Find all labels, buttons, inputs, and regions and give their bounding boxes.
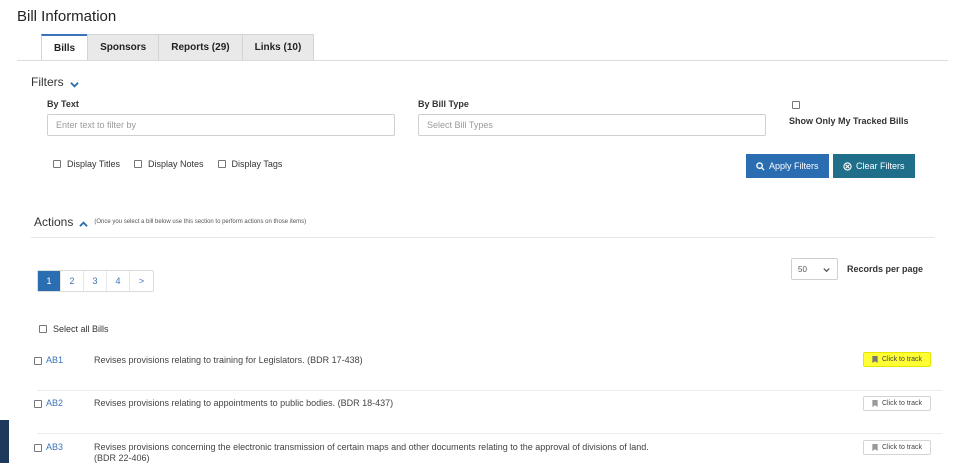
clear-filters-button[interactable]: Clear Filters xyxy=(833,154,915,178)
bill-row: AB3 Revises provisions concerning the el… xyxy=(17,438,931,463)
bill-id-link[interactable]: AB2 xyxy=(46,398,63,408)
by-bill-type-label: By Bill Type xyxy=(418,99,469,109)
bill-checkbox[interactable] xyxy=(34,357,42,365)
track-bill-label: Click to track xyxy=(881,400,922,407)
track-bill-button[interactable]: Click to track xyxy=(862,440,931,455)
chevron-down-icon xyxy=(822,265,831,274)
actions-heading: Actions xyxy=(34,215,74,229)
bill-row: AB1 Revises provisions relating to train… xyxy=(17,351,942,391)
bill-description: Revises provisions relating to appointme… xyxy=(94,398,394,408)
track-bill-label: Click to track xyxy=(881,444,922,451)
bills-panel: Filters By Text By Bill Type Show Only M… xyxy=(17,60,948,463)
filters-heading: Filters xyxy=(31,75,64,89)
apply-filters-label: Apply Filters xyxy=(769,161,819,171)
row-divider xyxy=(37,433,942,434)
track-bill-label: Click to track xyxy=(881,356,922,363)
tracked-bills-checkbox[interactable] xyxy=(792,101,800,109)
corner-decoration xyxy=(0,420,9,463)
page-4-button[interactable]: 4 xyxy=(107,271,130,291)
chevron-up-icon xyxy=(79,218,89,227)
display-titles-label: Display Titles xyxy=(67,159,121,169)
chevron-down-icon xyxy=(69,78,79,88)
display-tags-option[interactable]: Display Tags xyxy=(217,159,283,169)
display-titles-option[interactable]: Display Titles xyxy=(53,159,120,169)
bookmark-icon xyxy=(872,400,878,407)
display-tags-label: Display Tags xyxy=(231,159,283,169)
page-2-button[interactable]: 2 xyxy=(61,271,84,291)
bill-id-link[interactable]: AB1 xyxy=(46,355,63,365)
apply-filters-button[interactable]: Apply Filters xyxy=(746,154,829,178)
records-per-page-select[interactable]: 50 xyxy=(791,258,838,280)
filter-text-input[interactable] xyxy=(47,114,395,136)
filters-toggle[interactable]: Filters xyxy=(31,75,79,89)
bill-checkbox[interactable] xyxy=(34,400,42,408)
track-bill-button[interactable]: Click to track xyxy=(862,352,931,367)
tab-sponsors[interactable]: Sponsors xyxy=(87,34,160,60)
display-notes-option[interactable]: Display Notes xyxy=(134,159,204,169)
display-titles-checkbox[interactable] xyxy=(53,160,61,168)
bill-id-link[interactable]: AB3 xyxy=(46,442,63,452)
clear-circle-icon xyxy=(843,161,852,171)
select-all-checkbox[interactable] xyxy=(39,325,47,333)
tab-links[interactable]: Links (10) xyxy=(241,34,315,60)
bill-row: AB2 Revises provisions relating to appoi… xyxy=(17,394,942,434)
actions-divider xyxy=(31,237,935,238)
bill-type-select[interactable] xyxy=(418,114,766,136)
by-text-label: By Text xyxy=(47,99,79,109)
row-divider xyxy=(37,390,942,391)
track-bill-button[interactable]: Click to track xyxy=(862,396,931,411)
display-notes-label: Display Notes xyxy=(148,159,204,169)
page-3-button[interactable]: 3 xyxy=(84,271,107,291)
display-notes-checkbox[interactable] xyxy=(134,160,143,168)
tab-reports[interactable]: Reports (29) xyxy=(158,34,243,60)
records-value: 50 xyxy=(798,264,807,274)
display-tags-checkbox[interactable] xyxy=(217,160,226,168)
search-icon xyxy=(756,161,765,171)
select-all-label: Select all Bills xyxy=(53,324,109,334)
next-page-button[interactable]: > xyxy=(130,271,153,291)
records-per-page-label: Records per page xyxy=(847,264,924,274)
clear-filters-label: Clear Filters xyxy=(856,161,905,171)
actions-toggle[interactable]: Actions (Once you select a bill below us… xyxy=(34,215,306,229)
page-title: Bill Information xyxy=(17,8,117,25)
bookmark-icon xyxy=(872,444,878,451)
bookmark-icon xyxy=(872,356,878,363)
tab-bar: Bills Sponsors Reports (29) Links (10) xyxy=(41,34,315,61)
bill-description: Revises provisions concerning the electr… xyxy=(94,442,649,463)
tracked-bills-label: Show Only My Tracked Bills xyxy=(789,116,909,126)
select-all-option[interactable]: Select all Bills xyxy=(39,324,109,334)
display-options: Display Titles Display Notes Display Tag… xyxy=(53,159,282,169)
tab-bills[interactable]: Bills xyxy=(41,34,89,61)
bill-checkbox[interactable] xyxy=(34,444,42,452)
actions-note: (Once you select a bill below use this s… xyxy=(94,219,307,225)
pagination: 1 2 3 4 > xyxy=(37,270,154,292)
page-1-button[interactable]: 1 xyxy=(38,271,61,291)
bill-description: Revises provisions relating to training … xyxy=(94,355,363,365)
